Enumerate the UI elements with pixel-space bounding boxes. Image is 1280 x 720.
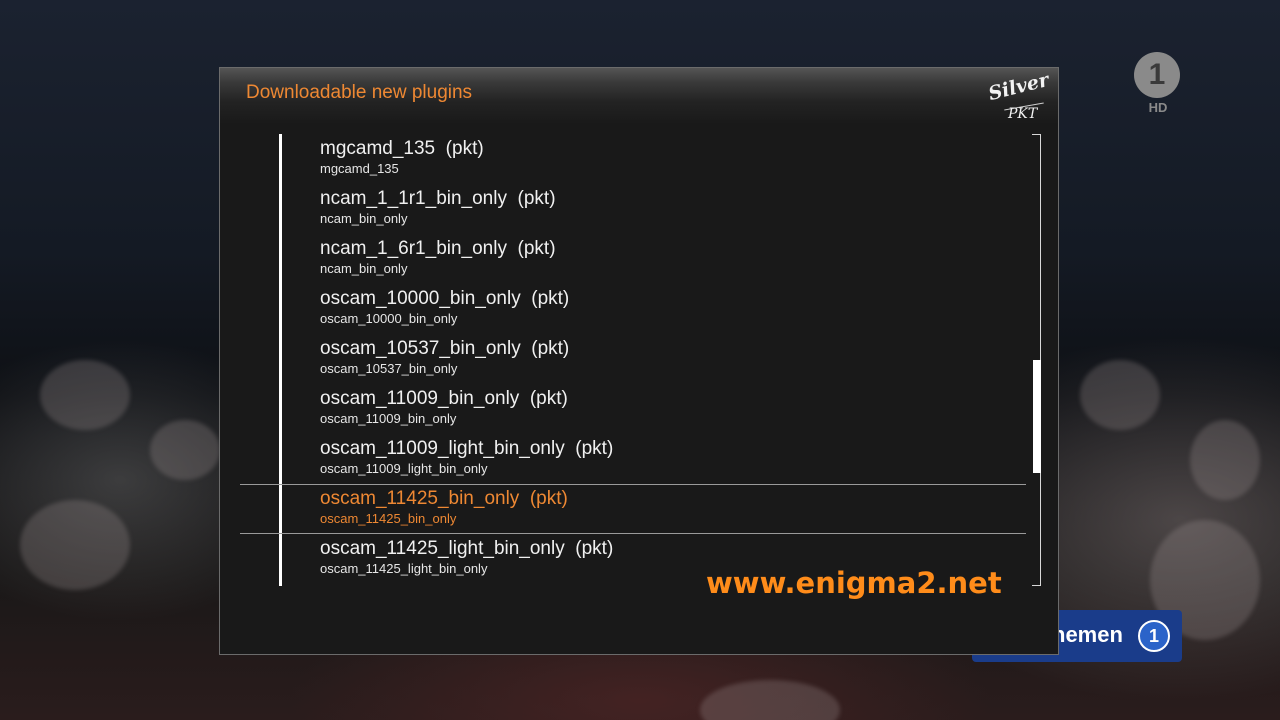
plugin-name: oscam_10537_bin_only (pkt): [320, 338, 570, 359]
plugin-download-dialog: Downloadable new plugins Silver PKT mgca…: [219, 67, 1059, 655]
channel-logo: 1: [1134, 52, 1180, 98]
plugin-description: oscam_11425_light_bin_only: [320, 561, 488, 576]
tv-banner-logo-icon: 1: [1138, 620, 1170, 652]
plugin-list-item[interactable]: oscam_10000_bin_only (pkt) oscam_10000_b…: [240, 284, 1028, 334]
plugin-name: oscam_11009_light_bin_only (pkt): [320, 438, 614, 459]
plugin-description: oscam_11425_bin_only: [320, 511, 457, 526]
plugin-list-item[interactable]: ncam_1_1r1_bin_only (pkt) ncam_bin_only: [240, 184, 1028, 234]
plugin-list-item[interactable]: ncam_1_6r1_bin_only (pkt) ncam_bin_only: [240, 234, 1028, 284]
plugin-description: oscam_10000_bin_only: [320, 311, 458, 326]
plugin-list-item[interactable]: oscam_10537_bin_only (pkt) oscam_10537_b…: [240, 334, 1028, 384]
list-scrollbar[interactable]: [1032, 134, 1042, 586]
skin-logo: Silver PKT: [986, 69, 1051, 126]
plugin-name: oscam_11425_bin_only (pkt): [320, 488, 568, 509]
plugin-list-item[interactable]: mgcamd_135 (pkt) mgcamd_135: [240, 134, 1028, 184]
dialog-header: Downloadable new plugins Silver PKT: [220, 68, 1058, 124]
dialog-title: Downloadable new plugins: [246, 82, 473, 103]
plugin-name: ncam_1_6r1_bin_only (pkt): [320, 238, 556, 259]
plugin-name: oscam_11425_light_bin_only (pkt): [320, 538, 614, 559]
plugin-description: mgcamd_135: [320, 161, 399, 176]
plugin-description: oscam_11009_light_bin_only: [320, 461, 488, 476]
channel-logo-hd-label: HD: [1148, 100, 1168, 115]
plugin-name: mgcamd_135 (pkt): [320, 138, 484, 159]
scrollbar-thumb[interactable]: [1033, 360, 1041, 473]
watermark-text: www.enigma2.net: [706, 566, 1002, 600]
skin-logo-text: Silver: [986, 68, 1052, 106]
plugin-list-item-selected[interactable]: oscam_11425_bin_only (pkt) oscam_11425_b…: [240, 484, 1028, 534]
plugin-description: oscam_10537_bin_only: [320, 361, 458, 376]
plugin-name: oscam_11009_bin_only (pkt): [320, 388, 568, 409]
plugin-description: oscam_11009_bin_only: [320, 411, 457, 426]
plugin-name: oscam_10000_bin_only (pkt): [320, 288, 570, 309]
tv-banner-text: nemen: [1052, 622, 1123, 647]
plugin-list[interactable]: mgcamd_135 (pkt) mgcamd_135 ncam_1_1r1_b…: [240, 134, 1028, 584]
plugin-list-item[interactable]: oscam_11009_light_bin_only (pkt) oscam_1…: [240, 434, 1028, 484]
plugin-description: ncam_bin_only: [320, 211, 408, 226]
skin-logo-subtext: PKT: [1008, 106, 1038, 122]
plugin-name: ncam_1_1r1_bin_only (pkt): [320, 188, 556, 209]
screen: 1 HD nemen 1 Downloadable new plugins Si…: [0, 0, 1280, 720]
plugin-description: ncam_bin_only: [320, 261, 408, 276]
plugin-list-item[interactable]: oscam_11009_bin_only (pkt) oscam_11009_b…: [240, 384, 1028, 434]
